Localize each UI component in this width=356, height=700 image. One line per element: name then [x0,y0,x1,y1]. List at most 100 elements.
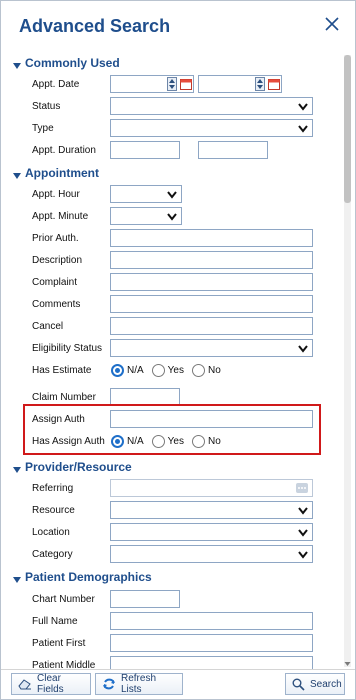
caret-down-icon [298,550,308,559]
clear-fields-button[interactable]: Clear Fields [11,673,91,695]
caret-down-icon [298,506,308,515]
row-full-name: Full Name [1,611,341,633]
cancel-input[interactable] [110,317,313,335]
row-appt-date: Appt. Date [1,74,341,96]
category-select[interactable] [110,545,313,563]
row-description: Description [1,250,341,272]
caret-down-icon [298,528,308,537]
search-form: Commonly Used Appt. Date Status Type App… [1,51,355,669]
scrollbar-thumb[interactable] [344,55,351,203]
row-cancel: Cancel [1,316,341,338]
search-button[interactable]: Search [285,673,345,695]
field-label: Complaint [32,277,78,288]
status-select[interactable] [110,97,313,115]
spinner-icon[interactable] [255,77,265,91]
calendar-icon[interactable] [268,78,280,90]
has-estimate-yes-radio[interactable]: Yes [151,364,184,377]
field-label: Chart Number [32,594,95,605]
button-label: Clear Fields [37,673,64,695]
resource-select[interactable] [110,501,313,519]
location-select[interactable] [110,523,313,541]
has-estimate-no-radio[interactable]: No [192,364,221,377]
radio-label: Yes [167,365,184,376]
row-category: Category [1,544,341,566]
caret-down-icon [298,344,308,353]
section-patient-demographics[interactable]: Patient Demographics [13,570,152,584]
field-label: Resource [32,505,75,516]
section-provider-resource[interactable]: Provider/Resource [13,460,132,474]
row-status: Status [1,96,341,118]
row-resource: Resource [1,500,341,522]
footer-toolbar: Clear Fields Refresh Lists Search [1,670,355,700]
row-appt-minute: Appt. Minute [1,206,341,228]
chart-number-input[interactable] [110,590,180,608]
field-label: Eligibility Status [32,343,103,354]
row-chart-number: Chart Number [1,589,341,611]
row-has-estimate: Has Estimate N/A Yes No [1,360,341,382]
appt-date-to-input[interactable] [198,75,282,93]
highlight-assign-auth-box [23,404,321,455]
close-icon[interactable] [323,15,341,33]
field-label: Appt. Date [32,79,80,90]
button-label: Search [310,678,342,690]
patient-middle-input[interactable] [110,656,313,669]
refresh-icon [102,677,116,691]
section-commonly-used[interactable]: Commonly Used [13,56,120,70]
field-label: Referring [32,483,74,494]
row-appt-duration: Appt. Duration [1,140,341,162]
field-label: Appt. Minute [32,211,89,222]
section-label: Appointment [25,166,99,180]
field-label: Comments [32,299,81,310]
field-label: Status [32,101,61,112]
complaint-input[interactable] [110,273,313,291]
patient-first-input[interactable] [110,634,313,652]
field-label: Description [32,255,83,266]
field-label: Cancel [32,321,64,332]
ellipsis-icon[interactable] [296,483,308,493]
appt-date-from-input[interactable] [110,75,194,93]
row-type: Type [1,118,341,140]
prior-auth-input[interactable] [110,229,313,247]
appt-minute-select[interactable] [110,207,182,225]
row-referring: Referring [1,478,341,500]
row-complaint: Complaint [1,272,341,294]
appt-duration-to-input[interactable] [198,141,268,159]
type-select[interactable] [110,119,313,137]
full-name-input[interactable] [110,612,313,630]
radio-label: No [208,365,221,376]
comments-input[interactable] [110,295,313,313]
section-label: Patient Demographics [25,570,152,584]
row-patient-first: Patient First [1,633,341,655]
appt-duration-from-input[interactable] [110,141,180,159]
calendar-icon[interactable] [180,78,192,90]
caret-down-icon [167,190,177,199]
field-label: Full Name [32,616,78,627]
spinner-icon[interactable] [167,77,177,91]
chevron-down-icon [13,59,21,69]
field-label: Prior Auth. [32,233,79,244]
radio-indicator [151,364,165,377]
scroll-down-icon[interactable] [344,659,351,667]
row-patient-middle: Patient Middle [1,655,341,669]
chevron-down-icon [13,463,21,473]
row-eligibility-status: Eligibility Status [1,338,341,360]
appt-hour-select[interactable] [110,185,182,203]
section-label: Commonly Used [25,56,120,70]
caret-down-icon [298,124,308,133]
refresh-lists-button[interactable]: Refresh Lists [95,673,183,695]
has-estimate-na-radio[interactable]: N/A [111,364,144,377]
referring-input[interactable] [110,479,313,497]
field-label: Appt. Hour [32,189,80,200]
page-title: Advanced Search [19,16,171,36]
advanced-search-panel: Advanced Search Commonly Used Appt. Date… [0,0,356,700]
description-input[interactable] [110,251,313,269]
scrollbar[interactable] [344,55,351,667]
radio-indicator [192,364,205,377]
chevron-down-icon [13,169,21,179]
field-label: Location [32,527,70,538]
panel-header: Advanced Search [1,1,355,51]
section-appointment[interactable]: Appointment [13,166,99,180]
radio-label: N/A [127,365,144,376]
eligibility-status-select[interactable] [110,339,313,357]
search-icon [292,678,305,691]
